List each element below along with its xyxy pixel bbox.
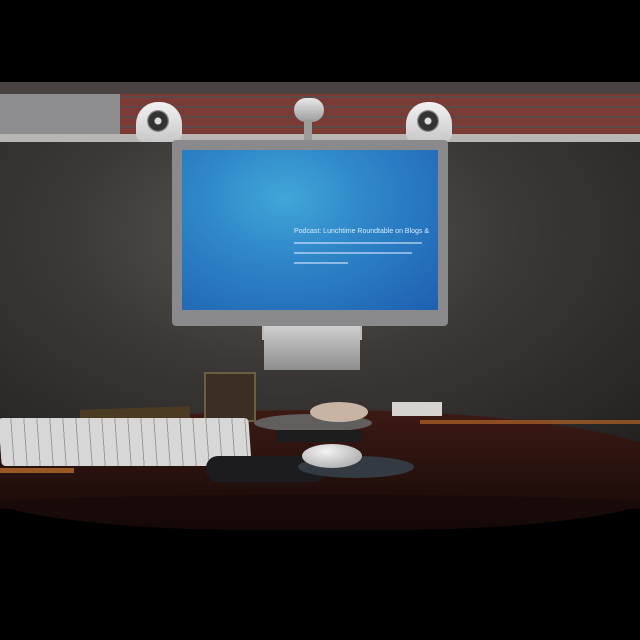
left-speaker bbox=[136, 102, 182, 142]
mouse bbox=[302, 444, 362, 468]
screen-title: Podcast: Lunchtime Roundtable on Blogs & bbox=[294, 228, 430, 235]
computer-base bbox=[264, 326, 360, 370]
monitor: Podcast: Lunchtime Roundtable on Blogs & bbox=[172, 140, 448, 326]
top-letterbox bbox=[0, 0, 640, 82]
speaker-cone-icon bbox=[147, 110, 169, 132]
brick-wall-outside bbox=[120, 94, 640, 136]
speaker-cone-icon bbox=[417, 110, 439, 132]
window-frame bbox=[0, 82, 640, 94]
photo-scene: Podcast: Lunchtime Roundtable on Blogs & bbox=[0, 0, 640, 640]
light-reflection bbox=[0, 468, 74, 473]
screen-text-line bbox=[294, 252, 412, 254]
monitor-screen: Podcast: Lunchtime Roundtable on Blogs & bbox=[182, 150, 438, 310]
window-left-pane bbox=[0, 94, 120, 136]
tray bbox=[276, 430, 362, 442]
webcam bbox=[294, 98, 324, 122]
right-speaker bbox=[406, 102, 452, 142]
desk-edge bbox=[0, 495, 640, 515]
light-reflection bbox=[420, 420, 640, 424]
small-device bbox=[392, 402, 442, 416]
screen-text-line bbox=[294, 242, 422, 244]
webcam-stem bbox=[304, 120, 312, 140]
pen-holder bbox=[204, 372, 256, 422]
snack-dish bbox=[310, 402, 368, 422]
bottom-letterbox bbox=[0, 560, 640, 640]
screen-text-line bbox=[294, 262, 348, 264]
